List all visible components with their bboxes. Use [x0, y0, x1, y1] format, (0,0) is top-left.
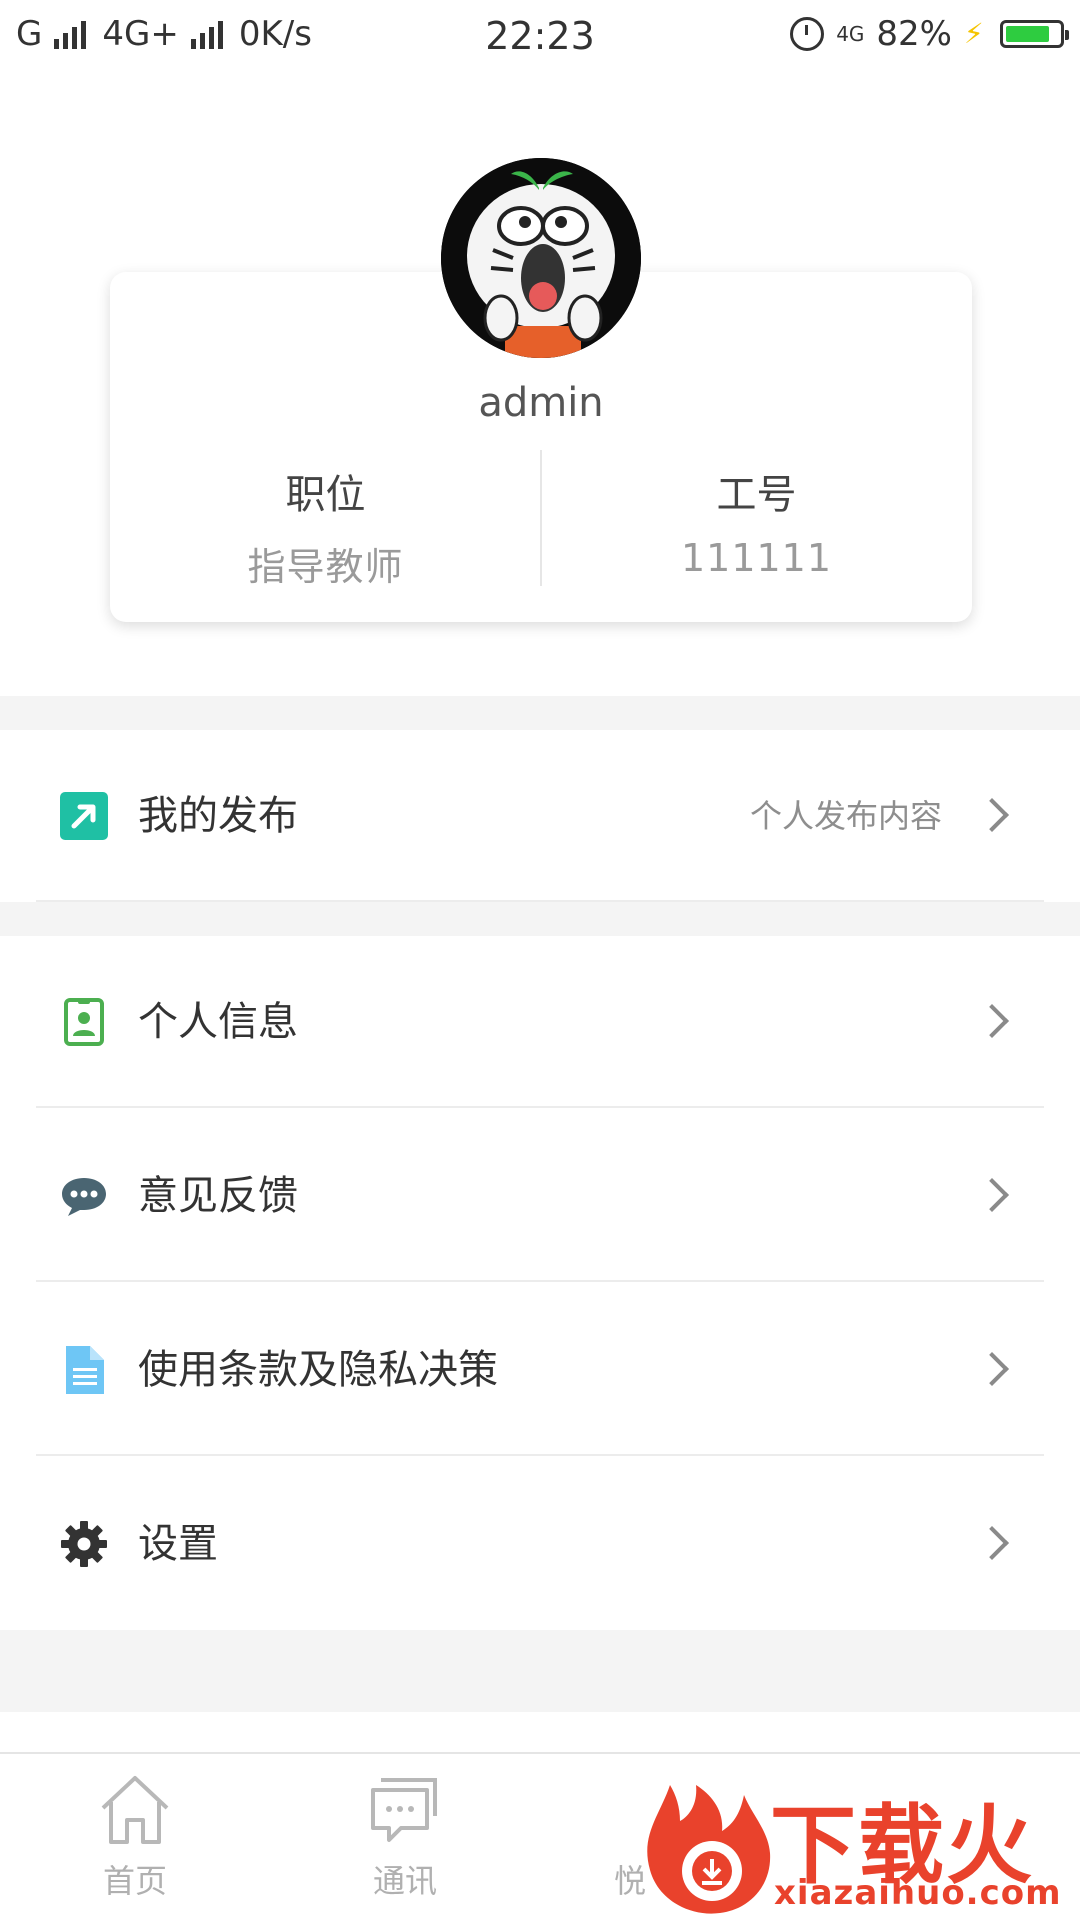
- watermark-url: xiazaihuo.com: [774, 1873, 1062, 1913]
- tab-label: 通讯: [372, 1862, 437, 1900]
- document-icon: [66, 1346, 104, 1394]
- username: admin: [478, 380, 604, 426]
- menu-item-label: 个人信息: [138, 999, 298, 1045]
- chat-bubble-icon: [62, 1178, 106, 1216]
- tab-home[interactable]: 首页: [55, 1772, 215, 1902]
- avatar[interactable]: [441, 158, 641, 358]
- menu-item-personal-info[interactable]: 个人信息: [0, 936, 1080, 1108]
- tab-label: 首页: [102, 1862, 167, 1900]
- menu-item-settings[interactable]: 设置: [0, 1458, 1080, 1630]
- menu-item-hint: 个人发布内容: [749, 797, 942, 835]
- menu-item-my-publish[interactable]: 我的发布 个人发布内容: [0, 730, 1080, 902]
- section-gap: [0, 1630, 1080, 1712]
- menu-item-label: 使用条款及隐私决策: [138, 1347, 498, 1393]
- flame-icon: [647, 1785, 771, 1914]
- position-value: 指导教师: [247, 545, 404, 589]
- chevron-right-icon: [975, 798, 1009, 832]
- id-badge-icon: [64, 998, 104, 1046]
- tab-messages[interactable]: 通讯: [325, 1772, 485, 1902]
- chevron-right-icon: [975, 1352, 1009, 1386]
- employee-id-value: 111111: [680, 536, 833, 580]
- menu-item-label: 我的发布: [138, 793, 298, 839]
- row-divider: [36, 1106, 1044, 1108]
- row-divider: [36, 1280, 1044, 1282]
- menu-item-label: 设置: [138, 1521, 218, 1567]
- section-gap: [0, 696, 1080, 730]
- chevron-right-icon: [975, 1178, 1009, 1212]
- employee-id-column: 工号 111111: [541, 462, 972, 580]
- battery-icon: [1000, 20, 1069, 48]
- external-link-icon: [60, 792, 108, 840]
- network-badge: 4G: [836, 22, 865, 46]
- battery-percent: 82%: [876, 14, 952, 54]
- gear-icon: [61, 1521, 107, 1567]
- chat-icon: [371, 1778, 437, 1842]
- employee-id-label: 工号: [716, 472, 797, 518]
- avatar-image: [441, 158, 641, 358]
- watermark-logo: 下载火 xiazaihuo.com: [640, 1775, 1080, 1920]
- position-column: 职位 指导教师: [110, 462, 541, 591]
- row-divider: [36, 1454, 1044, 1456]
- status-bar: G 4G+ 0K/s 22:23 4G 82% ⚡: [0, 0, 1080, 78]
- chevron-right-icon: [975, 1526, 1009, 1560]
- position-label: 职位: [285, 472, 366, 518]
- menu-item-terms[interactable]: 使用条款及隐私决策: [0, 1284, 1080, 1456]
- chevron-right-icon: [975, 1004, 1009, 1038]
- home-icon: [101, 1776, 169, 1844]
- charging-icon: ⚡: [964, 17, 984, 50]
- menu-item-feedback[interactable]: 意见反馈: [0, 1110, 1080, 1282]
- alarm-icon: [790, 17, 825, 51]
- section-gap: [0, 902, 1080, 936]
- menu-item-label: 意见反馈: [138, 1173, 298, 1219]
